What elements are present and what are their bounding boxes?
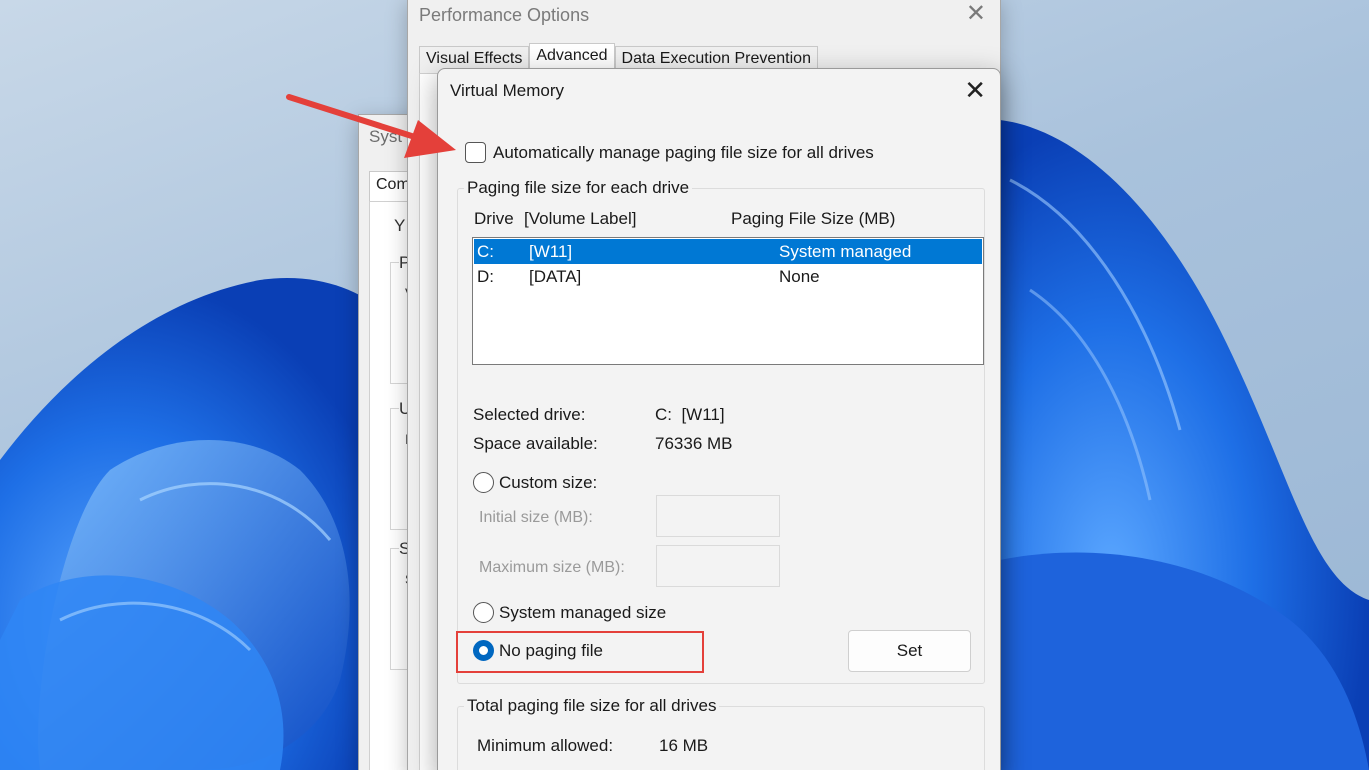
close-icon[interactable]: ✕ — [964, 77, 986, 103]
column-header-volume-label: [Volume Label] — [524, 209, 637, 228]
drives-listbox[interactable]: C: [W11] System managed D: [DATA] None — [472, 237, 984, 365]
maximum-size-label: Maximum size (MB): — [479, 559, 625, 576]
system-managed-radio[interactable] — [473, 602, 494, 623]
space-available-label: Space available: — [473, 434, 598, 453]
list-item[interactable]: D: [DATA] None — [473, 264, 983, 289]
initial-size-label: Initial size (MB): — [479, 509, 593, 526]
volume-label: [DATA] — [529, 267, 582, 286]
auto-manage-label: Automatically manage paging file size fo… — [493, 142, 874, 162]
annotation-highlight-box — [456, 631, 704, 673]
paging-size: None — [779, 267, 820, 286]
space-available-value: 76336 MB — [655, 434, 733, 453]
column-header-paging-size: Paging File Size (MB) — [731, 209, 896, 228]
paging-size: System managed — [779, 242, 912, 261]
system-window-title: Syst — [369, 127, 403, 146]
custom-size-label: Custom size: — [499, 472, 598, 492]
list-item[interactable]: C: [W11] System managed — [474, 239, 982, 264]
drive-letter: D: — [477, 267, 494, 286]
system-managed-label: System managed size — [499, 602, 667, 622]
dialog-title: Virtual Memory — [450, 81, 564, 100]
initial-size-input[interactable] — [656, 495, 780, 537]
set-button[interactable]: Set — [848, 630, 971, 672]
volume-label: [W11] — [529, 242, 573, 261]
performance-window-title: Performance Options — [419, 5, 590, 25]
system-window-text: Y — [394, 216, 406, 235]
system-managed-radio-row[interactable]: System managed size — [473, 602, 666, 623]
maximum-size-input[interactable] — [656, 545, 780, 587]
total-paging-size-group: Total paging file size for all drives Mi… — [457, 696, 985, 770]
drive-letter: C: — [477, 242, 494, 261]
minimum-allowed-label: Minimum allowed: — [477, 736, 614, 755]
selected-drive-value: C: [W11] — [655, 405, 725, 424]
auto-manage-checkbox-row[interactable]: Automatically manage paging file size fo… — [465, 142, 874, 163]
custom-size-radio[interactable] — [473, 472, 494, 493]
custom-size-radio-row[interactable]: Custom size: — [473, 472, 597, 493]
auto-manage-checkbox[interactable] — [465, 142, 486, 163]
selected-drive-label: Selected drive: — [473, 405, 586, 424]
paging-file-size-group: Paging file size for each drive Drive [V… — [457, 178, 985, 684]
close-icon[interactable]: ✕ — [966, 2, 986, 26]
minimum-allowed-value: 16 MB — [659, 736, 709, 755]
group-legend: Total paging file size for all drives — [464, 696, 720, 716]
group-legend: Paging file size for each drive — [464, 178, 693, 198]
column-header-drive: Drive — [474, 209, 514, 228]
